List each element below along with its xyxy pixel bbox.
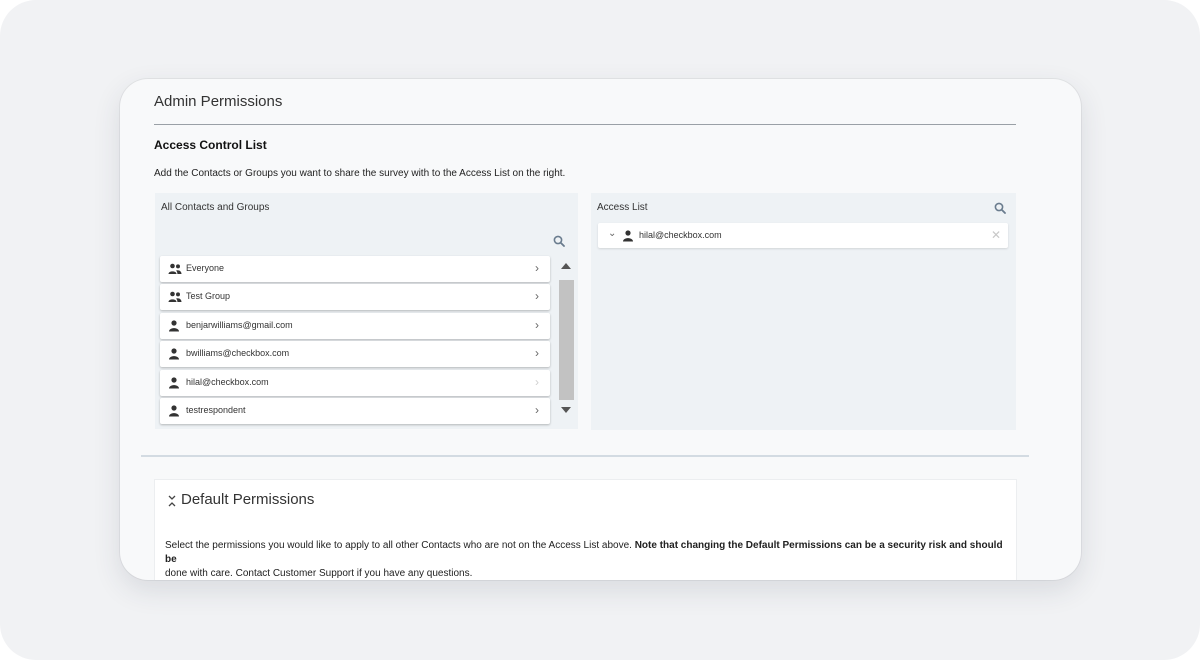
search-icon[interactable] <box>553 235 565 247</box>
chevron-right-icon[interactable]: › <box>535 318 539 332</box>
page-background: Admin Permissions Access Control List Ad… <box>0 0 1200 660</box>
chevron-down-icon[interactable]: ⌄ <box>608 228 616 239</box>
access-list-panel: Access List ⌄ hilal@checkbox.com ✕ <box>591 193 1016 430</box>
contact-item-label: hilal@checkbox.com <box>186 377 269 387</box>
contacts-list: Everyone › Test Group › benjarwilliams@g… <box>160 256 551 424</box>
contact-item-label: bwilliams@checkbox.com <box>186 348 290 358</box>
panel-title: Admin Permissions <box>154 93 283 110</box>
access-list-item-hilal[interactable]: ⌄ hilal@checkbox.com ✕ <box>598 223 1008 248</box>
contact-item-label: Everyone <box>186 263 225 273</box>
user-icon <box>168 319 182 332</box>
access-list-label: Access List <box>597 202 648 213</box>
admin-permissions-card: Admin Permissions Access Control List Ad… <box>120 79 1081 580</box>
chevron-right-icon: › <box>535 375 539 389</box>
default-permissions-heading: Default Permissions <box>181 491 315 508</box>
group-icon <box>168 262 182 274</box>
chevron-right-icon[interactable]: › <box>535 346 539 360</box>
access-list-item-label: hilal@checkbox.com <box>639 230 722 240</box>
description-text: Select the permissions you would like to… <box>165 540 635 551</box>
collapse-toggle-icon[interactable] <box>167 494 177 508</box>
all-contacts-panel: All Contacts and Groups Everyone › Test … <box>155 193 578 429</box>
default-permissions-section: Default Permissions Select the permissio… <box>154 479 1017 580</box>
description-continued: done with care. Contact Customer Support… <box>165 568 473 579</box>
contact-item-label: benjarwilliams@gmail.com <box>186 320 293 330</box>
remove-icon[interactable]: ✕ <box>991 228 1001 242</box>
user-icon <box>168 404 182 417</box>
chevron-right-icon[interactable]: › <box>535 261 539 275</box>
search-icon[interactable] <box>994 202 1006 214</box>
chevron-right-icon[interactable]: › <box>535 403 539 417</box>
user-icon <box>622 229 634 242</box>
contact-item-hilal[interactable]: hilal@checkbox.com › <box>160 370 550 396</box>
access-control-list-description: Add the Contacts or Groups you want to s… <box>154 168 566 179</box>
user-icon <box>168 347 182 360</box>
section-divider <box>141 455 1029 457</box>
contact-item-everyone[interactable]: Everyone › <box>160 256 550 282</box>
contact-item-benjarwilliams[interactable]: benjarwilliams@gmail.com › <box>160 313 550 339</box>
title-divider <box>154 124 1016 125</box>
user-icon <box>168 376 182 389</box>
contact-item-label: testrespondent <box>186 405 246 415</box>
chevron-right-icon[interactable]: › <box>535 289 539 303</box>
scroll-up-arrow-icon[interactable] <box>561 263 571 269</box>
contact-item-bwilliams[interactable]: bwilliams@checkbox.com › <box>160 341 550 367</box>
access-control-list-heading: Access Control List <box>154 138 267 152</box>
contact-item-test-group[interactable]: Test Group › <box>160 284 550 310</box>
scroll-down-arrow-icon[interactable] <box>561 407 571 413</box>
default-permissions-description: Select the permissions you would like to… <box>165 539 1010 580</box>
contact-item-testrespondent[interactable]: testrespondent › <box>160 398 550 424</box>
group-icon <box>168 290 182 302</box>
contacts-scrollbar[interactable] <box>557 256 574 422</box>
scrollbar-thumb[interactable] <box>559 280 574 400</box>
contact-item-label: Test Group <box>186 291 231 301</box>
all-contacts-label: All Contacts and Groups <box>161 202 270 213</box>
